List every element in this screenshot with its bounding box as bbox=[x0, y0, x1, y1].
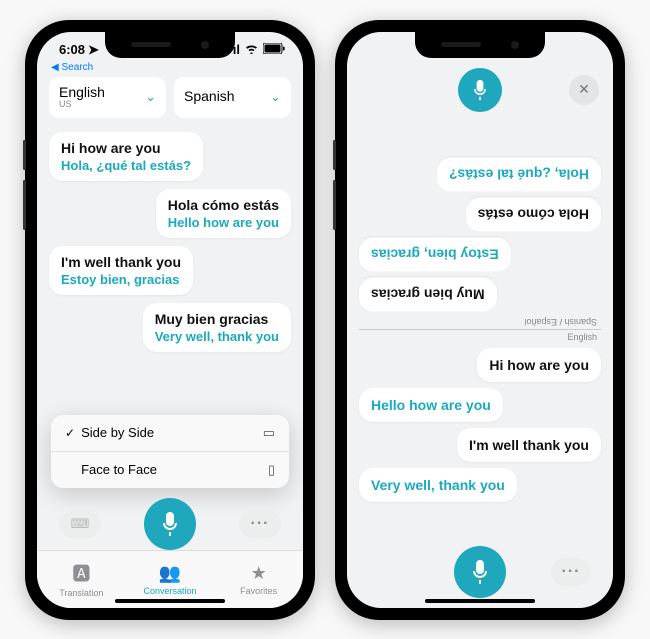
screen: ✕ Muy bien gracias Estoy bien, gracias Hol… bbox=[347, 32, 613, 608]
more-button[interactable]: ··· bbox=[239, 510, 281, 538]
bottom-language-label: English bbox=[347, 330, 613, 344]
tab-favorites[interactable]: ★ Favorites bbox=[214, 551, 303, 608]
message-bubble[interactable]: Muy bien gracias Very well, thank you bbox=[143, 303, 291, 352]
top-controls: ✕ bbox=[347, 62, 613, 118]
notch bbox=[415, 32, 545, 58]
home-indicator[interactable] bbox=[115, 599, 225, 603]
original-text: Muy bien gracias bbox=[155, 311, 279, 327]
message-bubble[interactable]: Hola, ¿qué tal estás? bbox=[437, 157, 601, 191]
conversation-icon: 👥 bbox=[159, 563, 181, 584]
battery-icon bbox=[263, 42, 285, 57]
conversation-list[interactable]: Hi how are you Hola, ¿qué tal estás? Hola … bbox=[37, 126, 303, 411]
language-picker-row: English US ⌄ Spanish ⌄ bbox=[37, 73, 303, 126]
side-by-side-icon: ▭ bbox=[263, 425, 275, 441]
close-button[interactable]: ✕ bbox=[569, 75, 599, 105]
back-link[interactable]: ◀ Search bbox=[37, 62, 303, 73]
menu-item-face-to-face[interactable]: ✓Face to Face ▯ bbox=[51, 452, 289, 488]
translated-text: Hello how are you bbox=[168, 215, 279, 230]
home-indicator[interactable] bbox=[425, 599, 535, 603]
chevron-down-icon: ⌄ bbox=[270, 89, 281, 105]
microphone-button-bottom[interactable] bbox=[454, 546, 506, 598]
message-bubble[interactable]: Hola cómo estás Hello how are you bbox=[156, 189, 291, 238]
message-bubble[interactable]: Estoy bien, gracias bbox=[359, 237, 511, 271]
face-to-face-body: Muy bien gracias Estoy bien, gracias Hola … bbox=[347, 118, 613, 542]
phone-face-to-face: ✕ Muy bien gracias Estoy bien, gracias Hol… bbox=[335, 20, 625, 620]
message-bubble[interactable]: Muy bien gracias bbox=[359, 277, 497, 311]
message-bubble[interactable]: Hello how are you bbox=[359, 388, 503, 422]
chevron-down-icon: ⌄ bbox=[145, 89, 156, 105]
screen: 6:08 ➤ ••ıl ◀ Search English US ⌄ bbox=[37, 32, 303, 608]
message-bubble[interactable]: I'm well thank you bbox=[457, 428, 601, 462]
translated-text: Very well, thank you bbox=[155, 329, 279, 344]
original-text: Hola cómo estás bbox=[168, 197, 279, 213]
tab-translation[interactable]: 🅰 Translation bbox=[37, 551, 126, 608]
source-lang-label: English bbox=[59, 85, 105, 100]
top-half-spanish[interactable]: Muy bien gracias Estoy bien, gracias Hola … bbox=[347, 118, 613, 316]
face-to-face-icon: ▯ bbox=[268, 462, 275, 478]
microphone-button-top[interactable] bbox=[458, 68, 502, 112]
message-bubble[interactable]: Hola cómo estás bbox=[466, 197, 601, 231]
favorites-icon: ★ bbox=[251, 563, 267, 584]
wifi-icon bbox=[244, 42, 259, 57]
source-lang-sub: US bbox=[59, 100, 105, 110]
translation-icon: 🅰 bbox=[72, 560, 90, 586]
bottom-actions: ⌨ ··· bbox=[37, 492, 303, 550]
message-bubble[interactable]: Hi how are you Hola, ¿qué tal estás? bbox=[49, 132, 203, 181]
message-bubble[interactable]: Very well, thank you bbox=[359, 468, 517, 502]
view-mode-menu: ✓Side by Side ▭ ✓Face to Face ▯ bbox=[51, 415, 289, 488]
more-button[interactable]: ··· bbox=[551, 558, 591, 586]
original-text: I'm well thank you bbox=[61, 254, 181, 270]
phone-side-by-side: 6:08 ➤ ••ıl ◀ Search English US ⌄ bbox=[25, 20, 315, 620]
source-language-picker[interactable]: English US ⌄ bbox=[49, 77, 166, 118]
location-icon: ➤ bbox=[88, 42, 99, 58]
translated-text: Hola, ¿qué tal estás? bbox=[61, 158, 191, 173]
checkmark-icon: ✓ bbox=[65, 426, 75, 440]
microphone-button[interactable] bbox=[144, 498, 196, 550]
target-language-picker[interactable]: Spanish ⌄ bbox=[174, 77, 291, 118]
translated-text: Estoy bien, gracias bbox=[61, 272, 181, 287]
top-language-label: Spanish / Español bbox=[347, 315, 613, 329]
menu-item-side-by-side[interactable]: ✓Side by Side ▭ bbox=[51, 415, 289, 452]
original-text: Hi how are you bbox=[61, 140, 191, 156]
bottom-half-english[interactable]: Hi how are you Hello how are you I'm well … bbox=[347, 344, 613, 542]
notch bbox=[105, 32, 235, 58]
status-time: 6:08 bbox=[59, 42, 85, 57]
message-bubble[interactable]: Hi how are you bbox=[477, 348, 601, 382]
target-lang-label: Spanish bbox=[184, 89, 235, 104]
keyboard-button[interactable]: ⌨ bbox=[59, 510, 101, 538]
message-bubble[interactable]: I'm well thank you Estoy bien, gracias bbox=[49, 246, 193, 295]
